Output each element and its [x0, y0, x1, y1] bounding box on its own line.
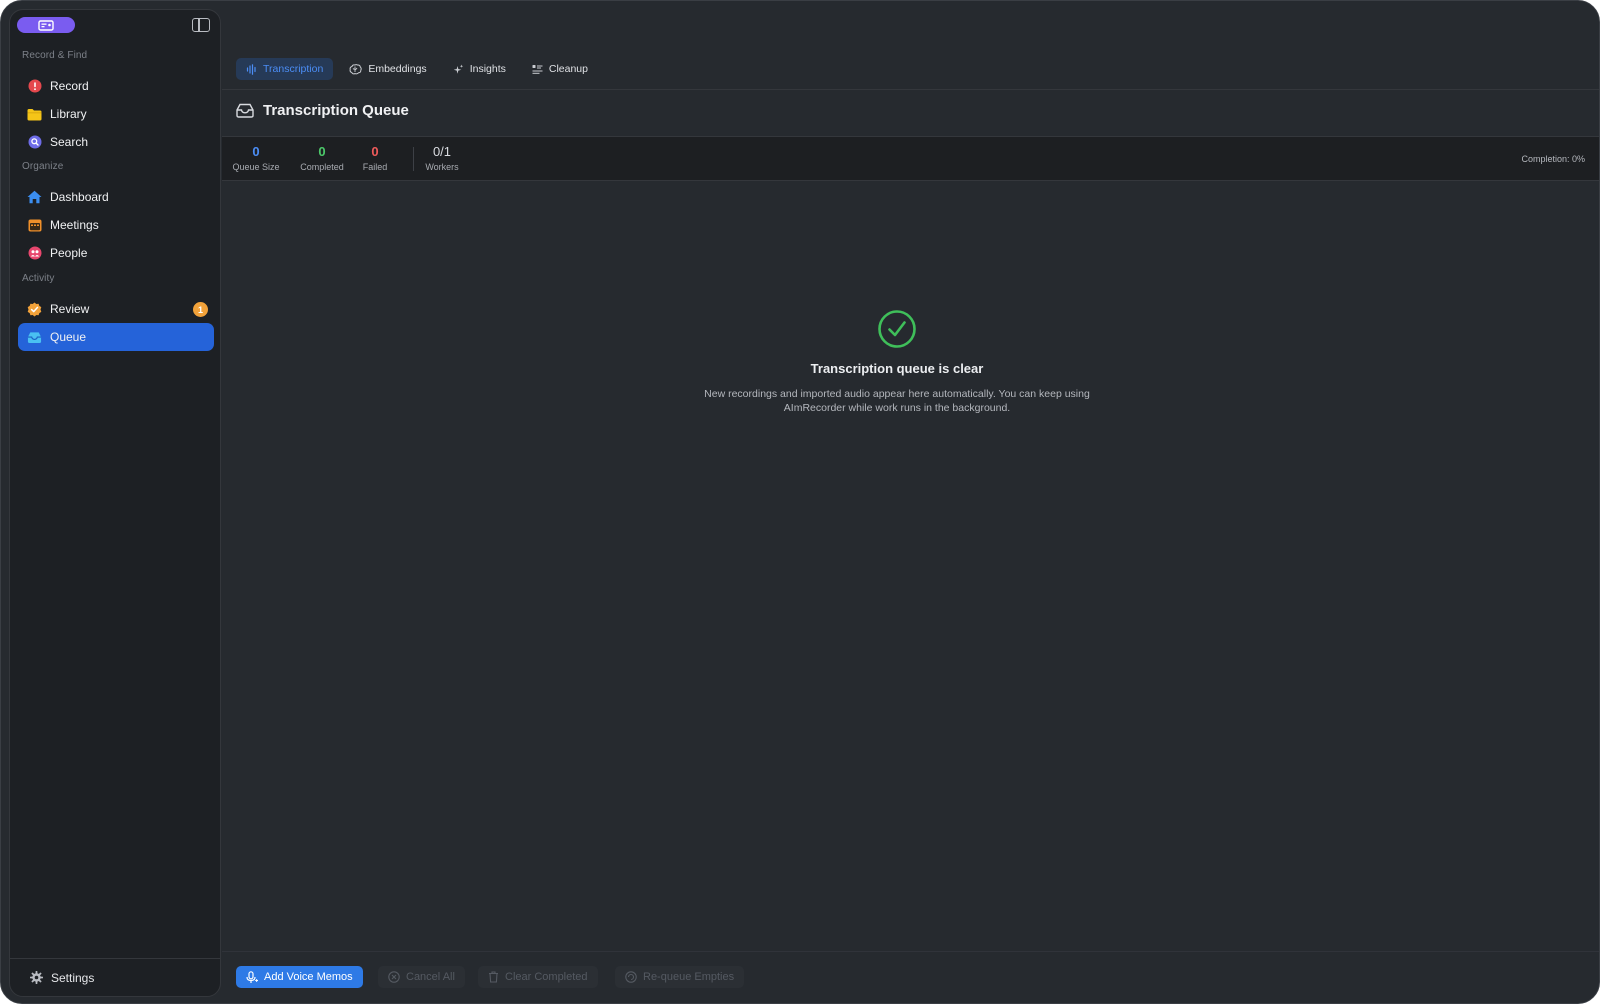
verified-badge-icon [27, 302, 42, 317]
button-label: Add Voice Memos [264, 971, 353, 983]
waveform-icon [246, 63, 257, 75]
action-bar: Add Voice Memos Cancel All Clear Complet… [222, 951, 1599, 1003]
checkmark-circle-icon [877, 309, 917, 349]
stat-label: Failed [362, 162, 388, 172]
tab-bar: Transcription Embeddings Insights Cleanu… [236, 58, 598, 80]
settings-label: Settings [51, 970, 95, 985]
page-title-text: Transcription Queue [263, 102, 409, 119]
section-label-organize: Organize [22, 161, 64, 172]
empty-state: Transcription queue is clear New recordi… [682, 309, 1112, 415]
empty-state-title: Transcription queue is clear [810, 361, 984, 376]
button-label: Clear Completed [505, 971, 588, 983]
record-icon [27, 79, 42, 94]
divider [222, 89, 1599, 90]
tab-insights[interactable]: Insights [443, 58, 516, 80]
people-icon [27, 246, 42, 261]
app-window: Record & Find Record Library Search Orga… [0, 0, 1600, 1004]
sidebar-item-review[interactable]: Review 1 [18, 295, 214, 323]
sidebar-item-meetings[interactable]: Meetings [18, 211, 214, 239]
stat-label: Queue Size [232, 162, 280, 172]
refresh-circle-icon [625, 971, 637, 983]
sidebar-item-search[interactable]: Search [18, 128, 214, 156]
sidebar-item-label: Record [50, 79, 89, 93]
tab-label: Embeddings [368, 63, 427, 75]
section-label-record-find: Record & Find [22, 50, 88, 61]
stat-value: 0/1 [432, 144, 452, 159]
trash-icon [488, 971, 499, 983]
completion-status: Completion: 0% [1521, 154, 1585, 164]
microphone-plus-icon [246, 970, 258, 984]
sidebar-item-label: Search [50, 135, 89, 149]
stat-value: 0 [318, 144, 326, 159]
sidebar-item-label: Meetings [50, 218, 99, 232]
sidebar-item-queue[interactable]: Queue [18, 323, 214, 351]
folder-icon [27, 107, 42, 122]
sidebar-item-label: Library [50, 107, 87, 121]
tab-embeddings[interactable]: Embeddings [339, 58, 436, 80]
brain-icon [349, 63, 363, 75]
tab-label: Transcription [263, 63, 324, 75]
sidebar-item-dashboard[interactable]: Dashboard [18, 183, 214, 211]
page-title: Transcription Queue [236, 102, 409, 119]
sidebar-item-label: Queue [50, 330, 87, 344]
app-icon [38, 19, 54, 31]
gear-icon [30, 971, 43, 984]
list-clean-icon [532, 64, 543, 75]
stat-failed: 0 Failed [358, 144, 392, 172]
sidebar-toggle-icon[interactable] [192, 18, 210, 32]
stat-completed: 0 Completed [297, 144, 347, 172]
stat-value: 0 [252, 144, 260, 159]
sidebar-item-library[interactable]: Library [18, 100, 214, 128]
clear-completed-button[interactable]: Clear Completed [478, 966, 598, 988]
calendar-icon [27, 218, 42, 233]
tab-label: Cleanup [548, 63, 588, 75]
review-count-badge: 1 [193, 302, 208, 317]
cancel-all-button[interactable]: Cancel All [378, 966, 465, 988]
sidebar-item-label: People [50, 246, 88, 260]
main-panel: Transcription Embeddings Insights Cleanu… [222, 1, 1599, 1003]
stat-workers: 0/1 Workers [422, 144, 462, 172]
stat-queue-size: 0 Queue Size [231, 144, 281, 172]
sidebar: Record & Find Record Library Search Orga… [9, 9, 221, 997]
stat-divider [413, 147, 414, 171]
button-label: Cancel All [406, 971, 455, 983]
sparkles-icon [453, 64, 464, 75]
home-icon [27, 190, 42, 205]
tab-transcription[interactable]: Transcription [236, 58, 334, 80]
sidebar-item-label: Dashboard [50, 190, 109, 204]
stat-label: Completed [300, 162, 344, 172]
section-label-activity: Activity [22, 273, 55, 284]
stats-bar: 0 Queue Size 0 Completed 0 Failed 0/1 Wo… [222, 136, 1599, 181]
sidebar-item-people[interactable]: People [18, 239, 214, 267]
tray-icon [236, 103, 254, 118]
requeue-empties-button[interactable]: Re-queue Empties [615, 966, 745, 988]
stat-label: Workers [425, 162, 459, 172]
sidebar-item-record[interactable]: Record [18, 72, 214, 100]
search-icon [27, 135, 42, 150]
sidebar-item-label: Review [50, 302, 90, 316]
tab-cleanup[interactable]: Cleanup [522, 58, 598, 80]
tab-label: Insights [469, 63, 506, 75]
tray-icon [27, 330, 42, 345]
stat-value: 0 [371, 144, 379, 159]
app-switcher-button[interactable] [17, 17, 75, 33]
x-circle-icon [388, 971, 400, 983]
add-voice-memos-button[interactable]: Add Voice Memos [236, 966, 363, 988]
button-label: Re-queue Empties [643, 971, 735, 983]
empty-state-subtitle: New recordings and imported audio appear… [704, 388, 1090, 414]
settings-button[interactable]: Settings [10, 958, 220, 996]
